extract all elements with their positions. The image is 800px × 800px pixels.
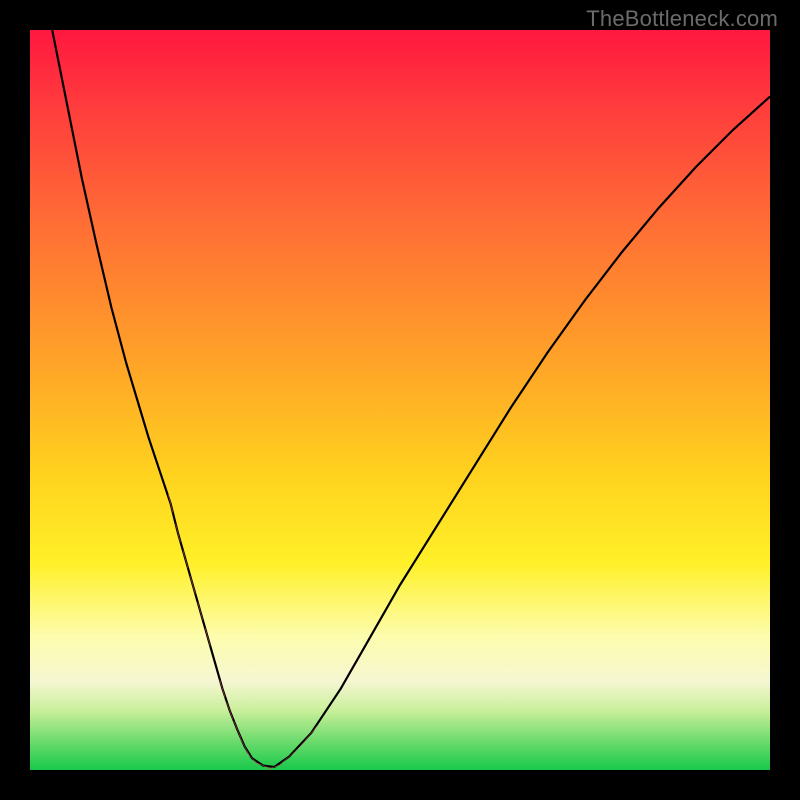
data-marker [241,738,249,754]
plot-area [30,30,770,770]
data-marker [176,525,181,542]
data-marker [227,702,233,719]
data-marker [220,680,225,697]
bottleneck-curve [52,30,770,767]
data-marker [205,628,210,645]
watermark-text: TheBottleneck.com [586,6,778,32]
data-marker [168,495,172,512]
data-marker [183,550,188,567]
data-marker [234,721,241,738]
marker-cluster [168,495,317,770]
chart-frame: TheBottleneck.com [0,0,800,800]
data-marker [190,576,195,593]
data-marker [294,740,306,753]
chart-svg [30,30,770,770]
data-marker [305,726,317,740]
data-marker [198,602,203,619]
